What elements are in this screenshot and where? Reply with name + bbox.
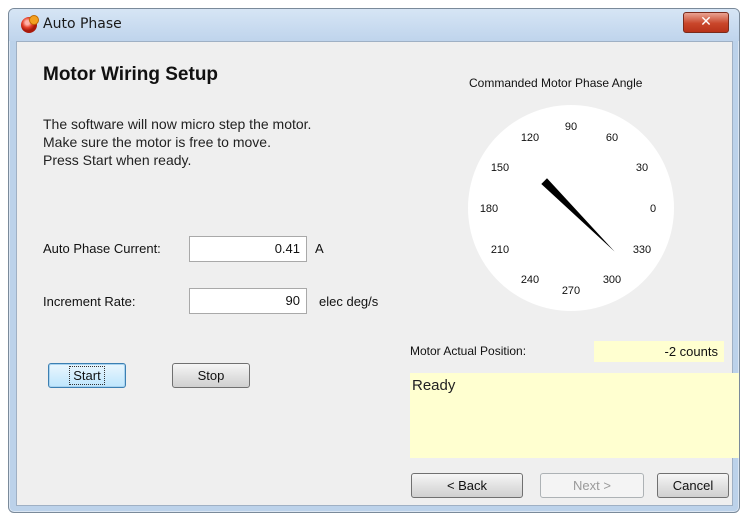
page-title: Motor Wiring Setup bbox=[43, 64, 219, 85]
current-input[interactable]: 0.41 bbox=[189, 236, 307, 262]
dial-tick-label: 270 bbox=[562, 285, 580, 297]
increment-input[interactable]: 90 bbox=[189, 288, 307, 314]
dial-tick-label: 60 bbox=[606, 132, 618, 144]
back-button[interactable]: < Back bbox=[411, 473, 523, 498]
increment-unit: elec deg/s bbox=[319, 294, 379, 309]
auto-phase-window: Auto Phase ✕ Motor Wiring Setup The soft… bbox=[8, 8, 740, 513]
cancel-button[interactable]: Cancel bbox=[657, 473, 729, 498]
stop-button[interactable]: Stop bbox=[172, 363, 250, 388]
dial-tick-label: 90 bbox=[565, 121, 577, 133]
instructions: The software will now micro step the mot… bbox=[43, 115, 311, 169]
dial-tick-label: 180 bbox=[480, 203, 498, 215]
dial-title: Commanded Motor Phase Angle bbox=[469, 76, 643, 90]
current-unit: A bbox=[315, 241, 324, 256]
instruction-line: Press Start when ready. bbox=[43, 152, 192, 168]
dial-tick-label: 150 bbox=[491, 162, 509, 174]
status-text: Ready bbox=[412, 377, 456, 394]
title-bar: Auto Phase ✕ bbox=[9, 9, 739, 41]
app-icon bbox=[21, 15, 39, 33]
dial-tick-label: 30 bbox=[636, 162, 648, 174]
start-button-label: Start bbox=[69, 366, 105, 385]
next-button[interactable]: Next > bbox=[540, 473, 644, 498]
phase-angle-dial: 0 30 60 90 120 150 180 210 240 270 300 330 bbox=[468, 105, 674, 311]
close-button[interactable]: ✕ bbox=[683, 12, 729, 33]
instruction-line: The software will now micro step the mot… bbox=[43, 116, 312, 132]
current-label: Auto Phase Current: bbox=[43, 241, 161, 256]
position-value: -2 counts bbox=[594, 341, 724, 362]
increment-label: Increment Rate: bbox=[43, 294, 136, 309]
dial-tick-label: 300 bbox=[603, 274, 621, 286]
dial-tick-label: 210 bbox=[491, 244, 509, 256]
window-title: Auto Phase bbox=[43, 16, 122, 32]
instruction-line: Make sure the motor is free to move. bbox=[43, 134, 271, 150]
status-box: Ready bbox=[410, 373, 739, 458]
dial-tick-label: 0 bbox=[650, 203, 656, 215]
position-label: Motor Actual Position: bbox=[410, 344, 527, 358]
dial-tick-label: 330 bbox=[633, 244, 651, 256]
dial-tick-label: 120 bbox=[521, 132, 539, 144]
dialog-body: Motor Wiring Setup The software will now… bbox=[16, 41, 739, 506]
start-button[interactable]: Start bbox=[48, 363, 126, 388]
dial-tick-label: 240 bbox=[521, 274, 539, 286]
